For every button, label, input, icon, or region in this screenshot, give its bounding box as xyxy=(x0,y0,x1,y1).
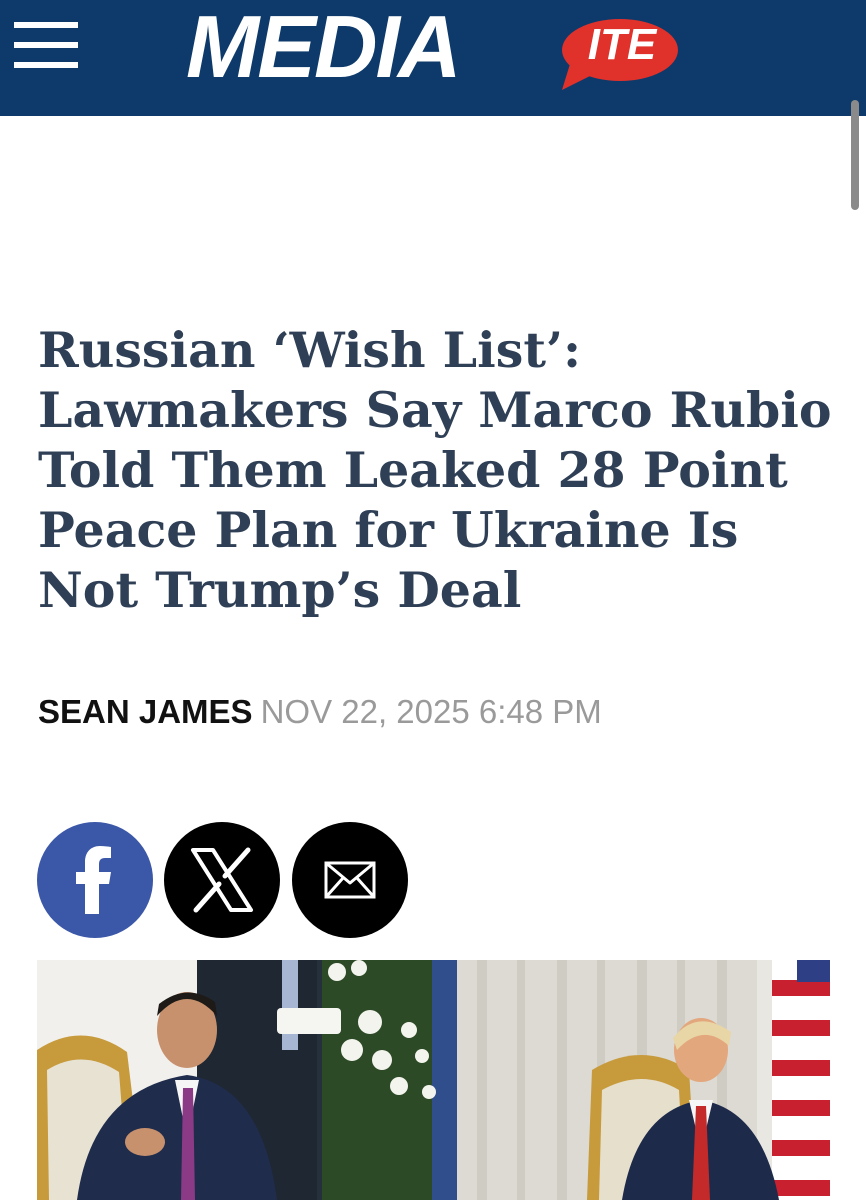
site-logo[interactable]: MEDIA ITE xyxy=(186,0,686,96)
envelope-icon xyxy=(324,861,376,899)
article-byline: SEAN JAMES NOV 22, 2025 6:48 PM xyxy=(38,692,602,732)
hamburger-menu-icon[interactable] xyxy=(14,22,80,70)
logo-ite-text: ITE xyxy=(587,20,657,69)
article-photo[interactable] xyxy=(37,960,830,1200)
site-header: MEDIA ITE xyxy=(0,0,866,116)
page-scrollbar[interactable] xyxy=(851,100,859,210)
share-x-button[interactable] xyxy=(164,822,280,938)
facebook-icon xyxy=(76,846,111,914)
photo-illustration xyxy=(37,960,830,1200)
publish-date: NOV 22, 2025 6:48 PM xyxy=(260,693,602,730)
x-logo-icon xyxy=(191,847,253,913)
article-headline: Russian ‘Wish List’: Lawmakers Say Marco… xyxy=(38,321,832,619)
logo-media-text: MEDIA xyxy=(186,0,462,96)
author-link[interactable]: SEAN JAMES xyxy=(38,693,253,730)
share-facebook-button[interactable] xyxy=(37,822,153,938)
share-email-button[interactable] xyxy=(292,822,408,938)
